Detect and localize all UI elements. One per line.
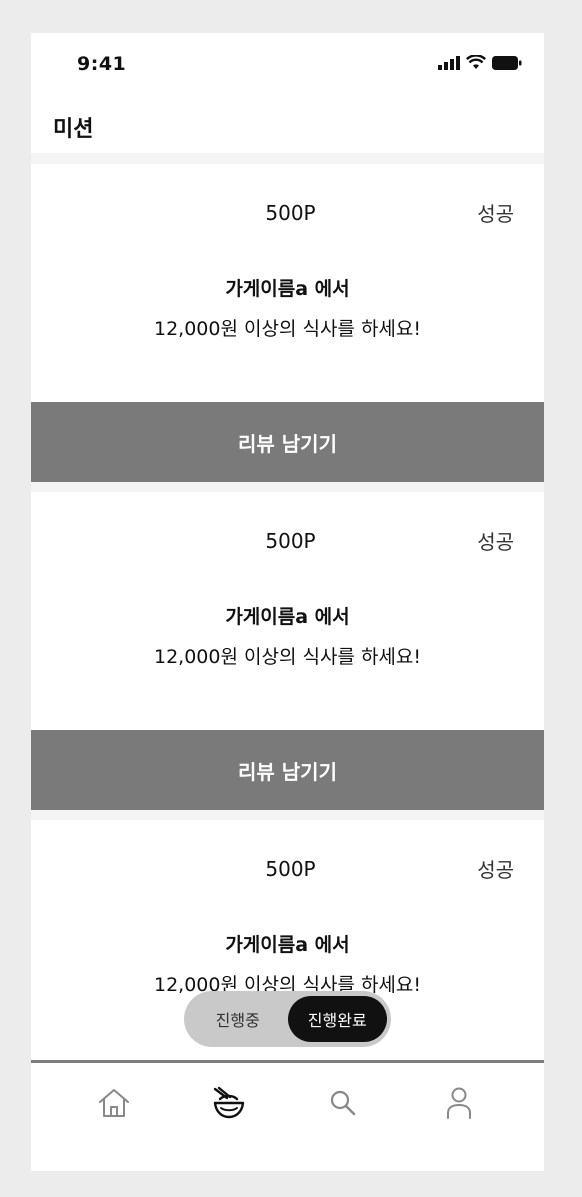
mission-status: 성공 — [477, 530, 514, 554]
phone-screen: 9:41 미션 500P 성공 가게이름a 에서 12,000원 이상의 식사를… — [31, 33, 544, 1171]
search-icon — [330, 1090, 356, 1116]
mission-status: 성공 — [477, 858, 514, 882]
status-time: 9:41 — [77, 53, 127, 75]
store-name: 가게이름a 에서 — [225, 278, 350, 300]
wifi-icon — [466, 55, 486, 69]
tab-home[interactable] — [94, 1083, 134, 1123]
tab-search[interactable] — [323, 1083, 363, 1123]
mission-points: 500P — [265, 201, 316, 225]
user-icon — [447, 1087, 471, 1119]
mission-description: 12,000원 이상의 식사를 하세요! — [153, 318, 422, 340]
status-bar: 9:41 — [31, 33, 544, 95]
write-review-button[interactable]: 리뷰 남기기 — [31, 402, 544, 482]
mission-status-toggle: 진행중 진행완료 — [184, 991, 391, 1047]
mission-points: 500P — [265, 857, 316, 881]
toggle-in-progress[interactable]: 진행중 — [188, 996, 288, 1042]
toggle-completed[interactable]: 진행완료 — [287, 996, 387, 1042]
store-name: 가게이름a 에서 — [225, 934, 350, 956]
home-icon — [99, 1089, 129, 1117]
status-icons — [438, 55, 522, 70]
signal-icon — [438, 55, 460, 70]
page-title: 미션 — [53, 117, 94, 142]
food-bowl-icon — [213, 1086, 245, 1119]
battery-icon — [492, 55, 522, 70]
mission-status: 성공 — [477, 202, 514, 226]
tab-profile[interactable] — [439, 1083, 479, 1123]
store-name: 가게이름a 에서 — [225, 606, 350, 628]
write-review-button[interactable]: 리뷰 남기기 — [31, 730, 544, 810]
mission-points: 500P — [265, 529, 316, 553]
header: 미션 — [31, 95, 544, 153]
mission-description: 12,000원 이상의 식사를 하세요! — [153, 646, 422, 668]
mission-card: 500P 성공 가게이름a 에서 12,000원 이상의 식사를 하세요! 리뷰… — [31, 164, 544, 482]
mission-card: 500P 성공 가게이름a 에서 12,000원 이상의 식사를 하세요! 리뷰… — [31, 492, 544, 810]
tab-food[interactable] — [209, 1083, 249, 1123]
mission-list[interactable]: 500P 성공 가게이름a 에서 12,000원 이상의 식사를 하세요! 리뷰… — [31, 153, 544, 1061]
tab-bar — [31, 1063, 544, 1171]
